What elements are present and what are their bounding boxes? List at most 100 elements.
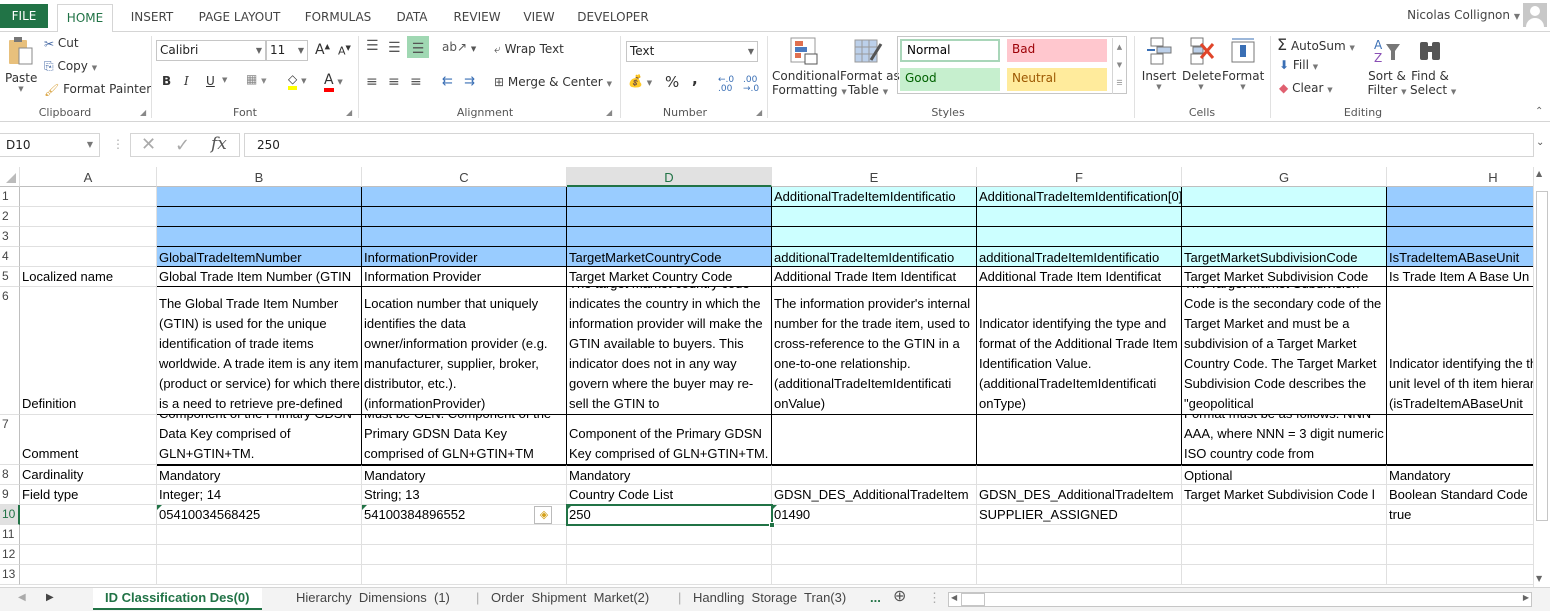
- cell-B4[interactable]: GlobalTradeItemNumber: [157, 247, 362, 267]
- font-color-button[interactable]: A ▼: [324, 72, 343, 92]
- dialog-launcher-icon[interactable]: ◢: [756, 108, 762, 117]
- collapse-ribbon-icon[interactable]: ⌃: [1535, 106, 1543, 117]
- font-name-select[interactable]: Calibri ▼: [156, 40, 266, 61]
- cell-A6[interactable]: Definition: [20, 287, 157, 415]
- scroll-thumb[interactable]: [961, 593, 985, 606]
- cell-H8[interactable]: Mandatory: [1387, 465, 1533, 485]
- fill-button[interactable]: ⬇ Fill ▼: [1279, 58, 1318, 72]
- scroll-thumb[interactable]: [1536, 191, 1548, 521]
- fill-color-button[interactable]: ◇ ▼: [288, 72, 306, 90]
- cell-F12[interactable]: [977, 545, 1182, 565]
- merge-center-button[interactable]: ⊞ Merge & Center ▼: [494, 75, 612, 89]
- delete-cells-button[interactable]: Delete ▼: [1182, 36, 1221, 91]
- cell-G8[interactable]: Optional: [1182, 465, 1387, 485]
- scrollbar-handle[interactable]: ⋮: [928, 588, 941, 610]
- copy-button[interactable]: ⎘ Copy ▼: [44, 59, 97, 74]
- align-top-button[interactable]: ☰: [366, 38, 379, 54]
- cell-A5[interactable]: Localized name: [20, 267, 157, 287]
- column-header-h[interactable]: H: [1387, 167, 1533, 187]
- scroll-left-icon[interactable]: ◀: [951, 593, 957, 602]
- clear-button[interactable]: ◆ Clear ▼: [1279, 81, 1333, 95]
- cell-E9[interactable]: GDSN_DES_AdditionalTradeItem: [772, 485, 977, 505]
- row-header-11[interactable]: 11: [0, 525, 20, 545]
- style-normal[interactable]: Normal: [900, 39, 1000, 62]
- cell-H11[interactable]: [1387, 525, 1533, 545]
- expand-formula-bar-icon[interactable]: ⌄: [1536, 137, 1544, 148]
- decrease-font-button[interactable]: A▼: [338, 44, 351, 58]
- cell-E1[interactable]: AdditionalTradeItemIdentificatio: [772, 187, 977, 207]
- cell-A7[interactable]: Comment: [20, 415, 157, 465]
- cell-F9[interactable]: GDSN_DES_AdditionalTradeItem: [977, 485, 1182, 505]
- decrease-decimal-button[interactable]: .00 →.0: [743, 76, 761, 94]
- row-header-10[interactable]: 10: [0, 505, 20, 525]
- cell-F6[interactable]: Indicator identifying the type and forma…: [977, 287, 1182, 415]
- formula-input[interactable]: 250: [244, 133, 1534, 157]
- tab-view[interactable]: VIEW: [516, 4, 562, 32]
- cell-H4[interactable]: IsTradeItemABaseUnit: [1387, 247, 1533, 267]
- user-account[interactable]: Nicolas Collignon ▼: [1407, 8, 1520, 22]
- font-size-select[interactable]: 11 ▼: [266, 40, 308, 61]
- sheet-tab-active[interactable]: ID Classification Des(0): [93, 588, 262, 610]
- prev-sheet-icon[interactable]: ◀: [18, 588, 26, 610]
- formula-bar-handle[interactable]: ⋮: [112, 137, 124, 151]
- style-neutral[interactable]: Neutral: [1007, 68, 1107, 91]
- align-left-button[interactable]: ≡: [366, 74, 378, 90]
- avatar[interactable]: [1523, 3, 1547, 27]
- cell-G9[interactable]: Target Market Subdivision Code l: [1182, 485, 1387, 505]
- cell-D3[interactable]: [567, 227, 772, 247]
- cell-F5[interactable]: Additional Trade Item Identificat: [977, 267, 1182, 287]
- tab-developer[interactable]: DEVELOPER: [572, 4, 654, 32]
- accounting-format-button[interactable]: 💰 ▼: [628, 74, 652, 88]
- cell-C6[interactable]: Location number that uniquely identifies…: [362, 287, 567, 415]
- cell-H9[interactable]: Boolean Standard Code: [1387, 485, 1533, 505]
- cell-B13[interactable]: [157, 565, 362, 585]
- column-header-f[interactable]: F: [977, 167, 1182, 187]
- italic-button[interactable]: I: [184, 74, 189, 88]
- increase-font-button[interactable]: A▲: [315, 42, 330, 58]
- cell-F13[interactable]: [977, 565, 1182, 585]
- cell-E2[interactable]: [772, 207, 977, 227]
- cell-H3[interactable]: [1387, 227, 1533, 247]
- cell-H6[interactable]: Indicator identifying the the base unit …: [1387, 287, 1533, 415]
- cell-G13[interactable]: [1182, 565, 1387, 585]
- find-select-button[interactable]: Find & Select ▼: [1410, 36, 1456, 97]
- cell-C5[interactable]: Information Provider: [362, 267, 567, 287]
- insert-cells-button[interactable]: Insert ▼: [1140, 36, 1178, 91]
- cell-D8[interactable]: Mandatory: [567, 465, 772, 485]
- cell-H5[interactable]: Is Trade Item A Base Un: [1387, 267, 1533, 287]
- cell-C11[interactable]: [362, 525, 567, 545]
- cell-D6[interactable]: The target market country code indicates…: [567, 287, 772, 415]
- column-header-g[interactable]: G: [1182, 167, 1387, 187]
- cell-B10[interactable]: 05410034568425: [157, 505, 362, 525]
- cell-F11[interactable]: [977, 525, 1182, 545]
- cell-F3[interactable]: [977, 227, 1182, 247]
- cell-E3[interactable]: [772, 227, 977, 247]
- style-good[interactable]: Good: [900, 68, 1000, 91]
- row-header-13[interactable]: 13: [0, 565, 20, 585]
- cell-C7[interactable]: Must be GLN. Component of the Primary GD…: [362, 415, 567, 465]
- cell-E5[interactable]: Additional Trade Item Identificat: [772, 267, 977, 287]
- cell-H12[interactable]: [1387, 545, 1533, 565]
- cell-B12[interactable]: [157, 545, 362, 565]
- sheet-tab[interactable]: Hierarchy Dimensions (1): [296, 588, 450, 610]
- row-header-12[interactable]: 12: [0, 545, 20, 565]
- cell-G12[interactable]: [1182, 545, 1387, 565]
- cell-A4[interactable]: [20, 247, 157, 267]
- enter-icon[interactable]: ✓: [175, 135, 190, 156]
- cell-F7[interactable]: [977, 415, 1182, 465]
- cell-F2[interactable]: [977, 207, 1182, 227]
- cell-B1[interactable]: [157, 187, 362, 207]
- conditional-formatting-button[interactable]: Conditional Formatting ▼: [772, 36, 847, 97]
- cell-D1[interactable]: [567, 187, 772, 207]
- cell-C1[interactable]: [362, 187, 567, 207]
- cell-C12[interactable]: [362, 545, 567, 565]
- cell-C13[interactable]: [362, 565, 567, 585]
- tab-insert[interactable]: INSERT: [122, 4, 182, 32]
- format-as-table-button[interactable]: Format as Table ▼: [840, 36, 900, 97]
- cell-C3[interactable]: [362, 227, 567, 247]
- cell-G2[interactable]: [1182, 207, 1387, 227]
- cell-H2[interactable]: [1387, 207, 1533, 227]
- increase-indent-button[interactable]: ⇉: [464, 74, 475, 89]
- name-box[interactable]: D10 ▼: [0, 133, 100, 157]
- cell-B5[interactable]: Global Trade Item Number (GTIN: [157, 267, 362, 287]
